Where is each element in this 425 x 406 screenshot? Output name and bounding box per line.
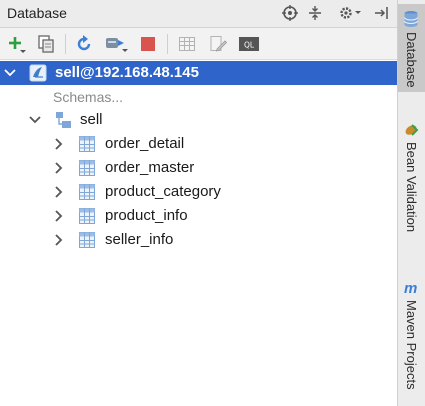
- table-icon: [78, 231, 96, 249]
- panel-header: Database: [0, 0, 397, 28]
- table-icon: [78, 159, 96, 177]
- edit-icon[interactable]: [208, 34, 228, 54]
- tab-bean-validation-label: Bean Validation: [404, 142, 419, 233]
- table-row[interactable]: product_info: [0, 204, 397, 228]
- chevron-right-icon[interactable]: [52, 208, 66, 224]
- stop-icon[interactable]: [138, 34, 158, 54]
- tree-row-connection[interactable]: sell@192.168.48.145: [0, 61, 397, 85]
- schema-label: sell: [80, 111, 103, 128]
- toolbar-separator: [167, 34, 168, 54]
- copy-icon[interactable]: [36, 34, 56, 54]
- refresh-icon[interactable]: [74, 34, 94, 54]
- table-icon: [78, 135, 96, 153]
- svg-text:QL: QL: [244, 41, 255, 50]
- tree-row-schema[interactable]: sell: [0, 108, 397, 132]
- table-label: product_info: [105, 207, 188, 224]
- add-icon[interactable]: [6, 34, 26, 54]
- toolbar-separator: [65, 34, 66, 54]
- table-icon: [78, 183, 96, 201]
- chevron-right-icon[interactable]: [52, 232, 66, 248]
- tab-maven-projects-label: Maven Projects: [404, 300, 419, 390]
- database-tool-window: Database QL sell@192.168.48.145 Schemas.…: [0, 0, 397, 406]
- bean-icon: [403, 122, 419, 143]
- tab-bean-validation[interactable]: Bean Validation: [398, 118, 425, 248]
- schemas-row[interactable]: Schemas...: [0, 86, 397, 110]
- table-row[interactable]: product_category: [0, 180, 397, 204]
- chevron-right-icon[interactable]: [52, 136, 66, 152]
- table-row[interactable]: seller_info: [0, 228, 397, 252]
- collapse-icon[interactable]: [306, 4, 324, 22]
- chevron-right-icon[interactable]: [52, 184, 66, 200]
- sync-icon[interactable]: [104, 34, 128, 54]
- toolbar: QL: [0, 28, 397, 60]
- database-connection-icon: [29, 64, 47, 82]
- target-icon[interactable]: [281, 4, 299, 22]
- schemas-link[interactable]: Schemas...: [53, 89, 123, 105]
- panel-title: Database: [7, 5, 67, 21]
- chevron-down-icon[interactable]: [28, 112, 42, 128]
- chevron-down-icon[interactable]: [3, 65, 17, 81]
- table-row[interactable]: order_detail: [0, 132, 397, 156]
- table-label: seller_info: [105, 231, 174, 248]
- database-icon: [403, 10, 419, 33]
- chevron-right-icon[interactable]: [52, 160, 66, 176]
- connection-label: sell@192.168.48.145: [55, 64, 199, 81]
- table-label: order_master: [105, 159, 195, 176]
- tab-database[interactable]: Database: [398, 4, 425, 92]
- table-label: order_detail: [105, 135, 185, 152]
- sql-console-icon[interactable]: QL: [238, 34, 260, 54]
- table-icon: [78, 207, 96, 225]
- right-tool-strip: Database Bean Validation m Maven Project…: [397, 0, 425, 406]
- tab-maven-projects[interactable]: m Maven Projects: [398, 278, 425, 404]
- schema-icon: [54, 111, 72, 129]
- table-editor-icon[interactable]: [177, 34, 197, 54]
- hide-icon[interactable]: [372, 4, 390, 22]
- table-row[interactable]: order_master: [0, 156, 397, 180]
- gear-icon[interactable]: [338, 4, 362, 22]
- tab-database-label: Database: [404, 32, 419, 88]
- maven-icon: m: [404, 280, 418, 297]
- table-label: product_category: [105, 183, 221, 200]
